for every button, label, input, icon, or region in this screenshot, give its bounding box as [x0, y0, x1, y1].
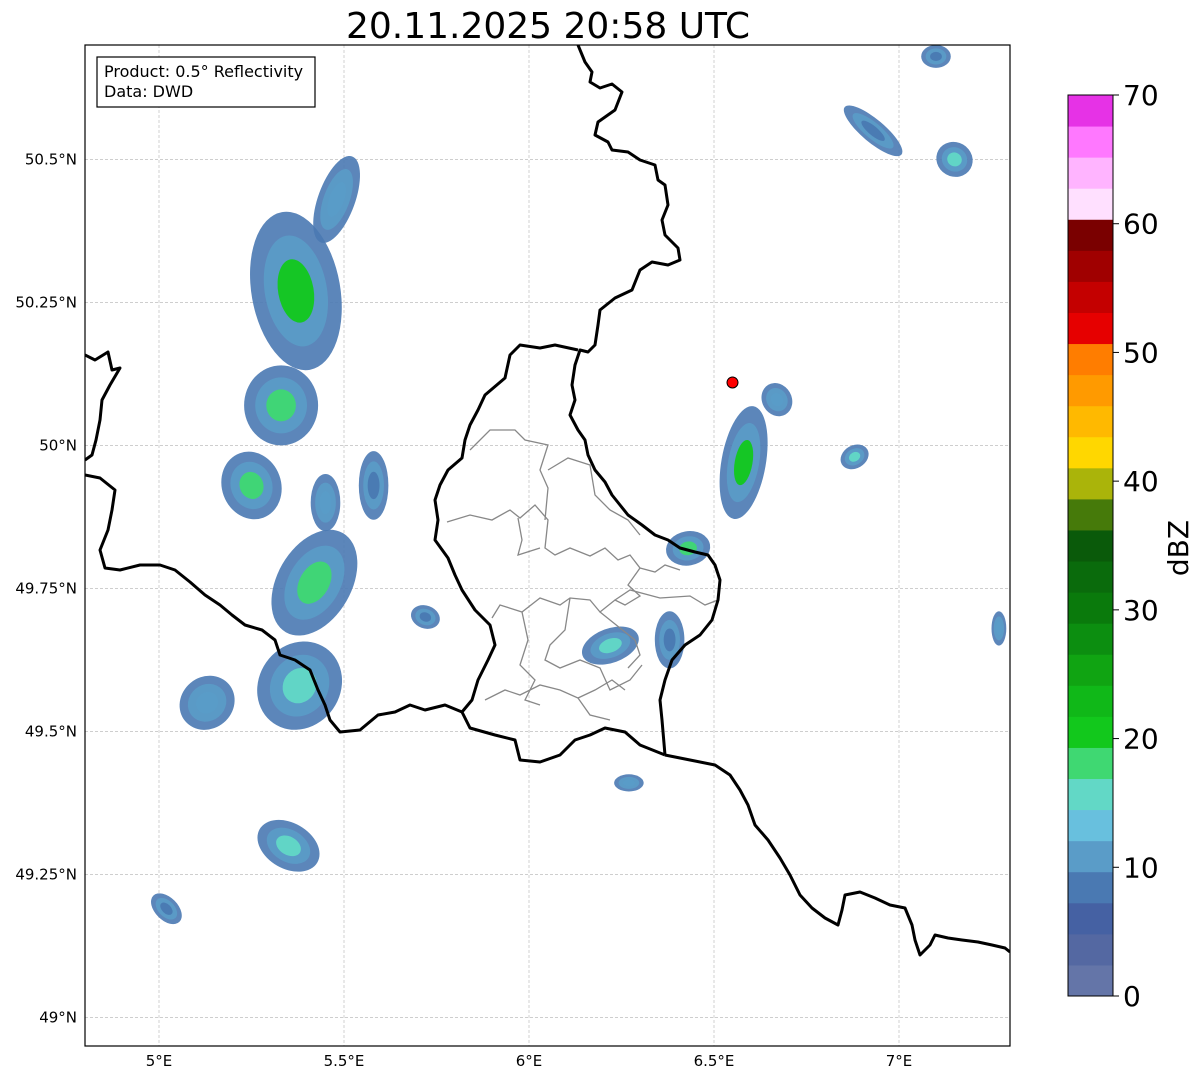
colorbar-segment: [1068, 716, 1113, 748]
colorbar-segment: [1068, 250, 1113, 282]
latitude-tick-labels: 49°N 49.25°N 49.5°N 49.75°N 50°N 50.25°N 50.5°…: [15, 150, 77, 1026]
colorbar-segment: [1068, 188, 1113, 220]
colorbar-segment: [1068, 685, 1113, 717]
echo-core: [995, 621, 1002, 636]
colorbar-segment: [1068, 281, 1113, 313]
colorbar-tick-label: 10: [1123, 851, 1159, 884]
lat-tick-label: 50.25°N: [15, 293, 77, 311]
echo-cell: [614, 774, 644, 792]
colorbar-segment: [1068, 964, 1113, 997]
lon-tick-label: 6.5°E: [694, 1052, 735, 1070]
colorbar-segment: [1068, 809, 1113, 842]
colorbar-segment: [1068, 436, 1113, 469]
colorbar-segment: [1068, 405, 1113, 438]
radar-map-figure: 20.11.2025 20:58 UTC 5°E 5.5°E 6°E 6.5°E…: [15, 6, 1195, 1070]
info-data-source: Data: DWD: [104, 82, 193, 101]
colorbar-segment: [1068, 840, 1113, 873]
map-panel: [84, 44, 1011, 1047]
colorbar-ticks: 0 10 20 30 40 50 60 70: [1113, 79, 1159, 1013]
lat-tick-label: 49.25°N: [15, 865, 77, 883]
lon-tick-label: 5°E: [146, 1052, 173, 1070]
lat-tick-label: 49°N: [39, 1008, 77, 1026]
echo-core: [319, 491, 332, 515]
figure-title: 20.11.2025 20:58 UTC: [346, 6, 750, 47]
radar-site-marker: [726, 376, 739, 389]
colorbar-segment: [1068, 902, 1113, 935]
echo-cell: [921, 45, 951, 68]
colorbar-segment: [1068, 374, 1113, 407]
colorbar-segment: [1068, 778, 1113, 811]
colorbar-segment: [1068, 95, 1113, 127]
colorbar-segment: [1068, 871, 1113, 904]
echo-cell: [991, 611, 1007, 646]
colorbar-segment: [1068, 498, 1113, 531]
colorbar-segment: [1068, 529, 1113, 562]
lat-tick-label: 50.5°N: [25, 150, 77, 168]
colorbar-segment: [1068, 343, 1113, 376]
info-product: Product: 0.5° Reflectivity: [104, 62, 303, 81]
lat-tick-label: 49.75°N: [15, 579, 77, 597]
echo-core: [266, 389, 296, 422]
echo-cell: [244, 365, 319, 446]
colorbar-segment: [1068, 623, 1113, 655]
colorbar: 0 10 20 30 40 50 60 70 dBZ: [1067, 79, 1195, 1013]
colorbar-label: dBZ: [1162, 520, 1195, 576]
lat-tick-label: 50°N: [39, 436, 77, 454]
lat-tick-label: 49.5°N: [25, 722, 77, 740]
longitude-tick-labels: 5°E 5.5°E 6°E 6.5°E 7°E: [146, 1052, 913, 1070]
lon-tick-label: 7°E: [886, 1052, 913, 1070]
echo-cell: [654, 611, 685, 669]
colorbar-tick-label: 50: [1123, 336, 1159, 369]
colorbar-segment: [1068, 157, 1113, 189]
colorbar-segments: [1068, 95, 1113, 997]
colorbar-tick-label: 30: [1123, 594, 1159, 627]
colorbar-segment: [1068, 592, 1113, 624]
colorbar-tick-label: 20: [1123, 723, 1159, 756]
colorbar-segment: [1068, 312, 1113, 345]
colorbar-tick-label: 40: [1123, 465, 1159, 498]
colorbar-segment: [1068, 126, 1113, 158]
echo-core: [367, 471, 380, 500]
lon-tick-label: 6°E: [516, 1052, 543, 1070]
colorbar-tick-label: 60: [1123, 208, 1159, 241]
echo-core: [622, 779, 635, 787]
info-box: Product: 0.5° Reflectivity Data: DWD: [96, 56, 316, 108]
colorbar-segment: [1068, 747, 1113, 780]
echo-cell: [310, 474, 341, 532]
echo-cell: [358, 451, 389, 520]
lon-tick-label: 5.5°E: [324, 1052, 365, 1070]
echo-core: [930, 51, 942, 62]
colorbar-segment: [1068, 467, 1113, 500]
colorbar-segment: [1068, 933, 1113, 966]
colorbar-tick-label: 70: [1123, 79, 1159, 112]
colorbar-tick-label: 0: [1123, 980, 1141, 1013]
echo-core: [663, 628, 676, 652]
colorbar-segment: [1068, 219, 1113, 251]
colorbar-segment: [1068, 654, 1113, 686]
colorbar-segment: [1068, 561, 1113, 593]
